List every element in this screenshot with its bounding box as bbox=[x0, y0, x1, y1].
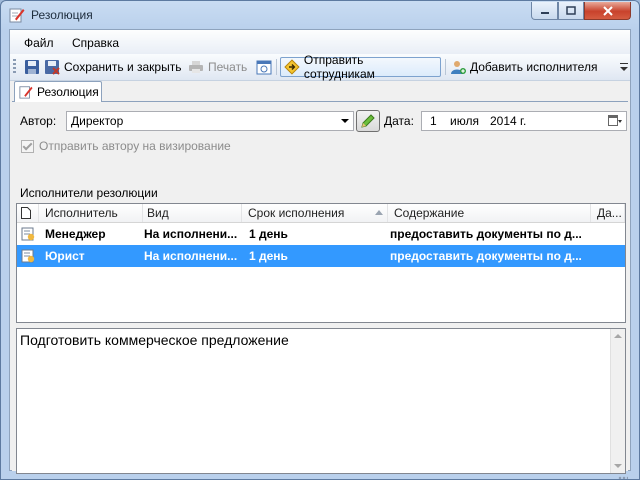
author-value: Директор bbox=[71, 114, 124, 128]
menu-help[interactable]: Справка bbox=[72, 36, 119, 50]
pencil-icon bbox=[361, 114, 375, 128]
print-button[interactable]: Печать bbox=[188, 57, 247, 77]
column-term-label: Срок исполнения bbox=[248, 206, 345, 220]
scroll-up-icon[interactable] bbox=[614, 334, 622, 338]
maximize-icon bbox=[566, 6, 576, 15]
author-combo[interactable]: Директор bbox=[66, 111, 354, 131]
executors-grid: Исполнитель Вид Срок исполнения Содержан… bbox=[16, 203, 626, 323]
cell-term: 1 день bbox=[249, 227, 288, 241]
save-close-icon bbox=[45, 60, 60, 75]
minimize-button[interactable] bbox=[531, 2, 558, 20]
cell-content: предоставить документы по д... bbox=[390, 227, 582, 241]
column-date[interactable]: Да... bbox=[591, 204, 625, 222]
calendar-icon bbox=[256, 60, 272, 75]
date-label: Дата: bbox=[384, 114, 414, 128]
save-icon bbox=[25, 60, 39, 74]
header-doc-icon-cell[interactable] bbox=[17, 204, 39, 222]
cell-kind: На исполнени... bbox=[144, 227, 238, 241]
column-term[interactable]: Срок исполнения bbox=[242, 204, 388, 222]
save-button[interactable] bbox=[24, 57, 44, 77]
tab-label: Резолюция bbox=[37, 85, 99, 99]
grid-header: Исполнитель Вид Срок исполнения Содержан… bbox=[17, 204, 625, 223]
memo-scrollbar[interactable] bbox=[610, 329, 625, 473]
cell-kind: На исполнени... bbox=[144, 249, 238, 263]
edit-author-button[interactable] bbox=[356, 110, 380, 132]
add-executor-button[interactable]: Добавить исполнителя bbox=[450, 57, 597, 77]
chevron-down-icon bbox=[341, 119, 349, 123]
menu-bar: Файл Справка bbox=[10, 30, 630, 54]
pen-document-icon bbox=[19, 86, 33, 99]
resolution-window: Резолюция Файл Справка Сохранить и закры… bbox=[0, 0, 640, 480]
task-document-icon bbox=[21, 249, 35, 263]
cell-term: 1 день bbox=[249, 249, 288, 263]
author-label: Автор: bbox=[20, 114, 57, 128]
pen-document-icon bbox=[9, 8, 25, 23]
send-staff-button[interactable]: Отправить сотрудникам bbox=[280, 53, 441, 81]
scroll-down-icon[interactable] bbox=[614, 464, 622, 468]
status-bar bbox=[10, 474, 630, 479]
tab-strip: Резолюция bbox=[10, 81, 630, 102]
printer-icon bbox=[189, 61, 203, 73]
send-author-label: Отправить автору на визирование bbox=[39, 139, 231, 153]
toolbar-separator bbox=[445, 59, 446, 75]
checkbox-box bbox=[21, 139, 34, 153]
column-kind[interactable]: Вид bbox=[143, 204, 242, 222]
cell-executor: Менеджер bbox=[45, 227, 106, 241]
sort-ascending-icon bbox=[375, 210, 383, 215]
date-picker[interactable]: 1 июля 2014 г. bbox=[421, 111, 627, 131]
toolbar: Сохранить и закрыть Печать Отправить сот… bbox=[10, 53, 630, 81]
date-day: 1 bbox=[430, 114, 437, 128]
document-icon bbox=[21, 207, 31, 219]
table-row[interactable]: Менеджер На исполнени... 1 день предоста… bbox=[17, 223, 625, 245]
tab-resolution[interactable]: Резолюция bbox=[14, 81, 102, 102]
table-row-selected[interactable]: Юрист На исполнени... 1 день предоставит… bbox=[17, 245, 625, 267]
send-staff-label: Отправить сотрудникам bbox=[303, 53, 375, 81]
title-bar[interactable]: Резолюция bbox=[1, 1, 639, 29]
column-executor[interactable]: Исполнитель bbox=[39, 204, 143, 222]
resize-grip-icon[interactable] bbox=[618, 476, 628, 479]
resolution-text: Подготовить коммерческое предложение bbox=[20, 332, 289, 348]
date-year: 2014 г. bbox=[490, 114, 527, 128]
minimize-icon bbox=[540, 11, 549, 14]
cell-content: предоставить документы по д... bbox=[390, 249, 582, 263]
close-button[interactable] bbox=[584, 2, 631, 20]
client-area: Файл Справка Сохранить и закрыть Печать … bbox=[9, 29, 631, 479]
date-month: июля bbox=[450, 114, 479, 128]
send-author-checkbox[interactable]: Отправить автору на визирование bbox=[21, 139, 231, 153]
save-close-button[interactable]: Сохранить и закрыть bbox=[44, 57, 181, 77]
print-label: Печать bbox=[208, 60, 248, 74]
maximize-button[interactable] bbox=[558, 2, 584, 20]
save-close-label: Сохранить и закрыть bbox=[64, 60, 182, 74]
window-title: Резолюция bbox=[31, 8, 93, 22]
menu-file[interactable]: Файл bbox=[24, 36, 54, 50]
cell-executor: Юрист bbox=[45, 249, 85, 263]
resolution-panel: Автор: Директор Дата: 1 июля 2014 г. Отп… bbox=[12, 101, 628, 474]
calendar-button[interactable] bbox=[256, 57, 276, 77]
resolution-text-area[interactable]: Подготовить коммерческое предложение bbox=[16, 328, 626, 474]
calendar-dropdown-icon[interactable] bbox=[608, 115, 622, 127]
column-content[interactable]: Содержание bbox=[388, 204, 591, 222]
toolbar-grip[interactable] bbox=[13, 59, 16, 75]
add-user-icon bbox=[451, 61, 466, 74]
add-executor-label: Добавить исполнителя bbox=[470, 60, 598, 74]
send-forward-icon bbox=[284, 59, 300, 75]
task-document-icon bbox=[21, 227, 35, 241]
executors-caption: Исполнители резолюции bbox=[20, 186, 158, 200]
toolbar-separator bbox=[276, 59, 277, 75]
close-icon bbox=[602, 5, 613, 16]
toolbar-overflow-icon[interactable] bbox=[620, 63, 628, 73]
